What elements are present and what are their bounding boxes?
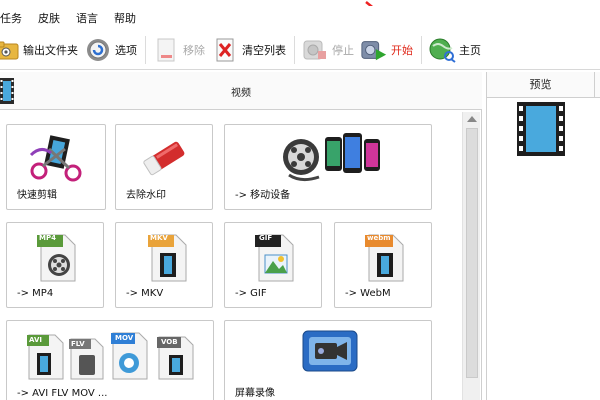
tile-label: -> WebM bbox=[345, 288, 391, 299]
tile-label: -> GIF bbox=[235, 288, 267, 299]
tile-gif[interactable]: GIF -> GIF bbox=[224, 222, 322, 308]
tile-avi-flv-mov[interactable]: AVI FLV MOV VOB -> AVI FLV MOV ... bbox=[6, 320, 214, 400]
remove-button[interactable]: 移除 bbox=[152, 33, 211, 67]
start-button[interactable]: 开始 bbox=[360, 33, 419, 67]
options-label: 选项 bbox=[115, 43, 137, 57]
folder-icon bbox=[0, 36, 20, 64]
clear-list-label: 清空列表 bbox=[242, 43, 286, 57]
screen-record-icon bbox=[302, 330, 358, 372]
tile-quick-cut[interactable]: 快速剪辑 bbox=[6, 124, 106, 210]
toolbar-separator bbox=[421, 35, 422, 64]
preview-header: 预览 bbox=[487, 72, 600, 98]
preview-column-header[interactable]: 预览 bbox=[487, 72, 595, 98]
tile-screen-record[interactable]: 屏幕录像 bbox=[224, 320, 432, 400]
output-folder-button[interactable]: 输出文件夹 bbox=[0, 33, 84, 67]
stop-label: 停止 bbox=[332, 43, 354, 57]
video-panel-title: 视频 bbox=[231, 88, 251, 99]
gear-icon bbox=[84, 36, 112, 64]
clear-list-button[interactable]: 清空列表 bbox=[211, 33, 292, 67]
globe-icon bbox=[428, 36, 456, 64]
mov-badge: MOV bbox=[115, 334, 134, 342]
scissors-film-icon bbox=[29, 135, 82, 182]
output-folder-label: 输出文件夹 bbox=[23, 43, 78, 57]
tile-label: -> 移动设备 bbox=[235, 190, 291, 201]
menu-help[interactable]: 帮助 bbox=[114, 10, 144, 26]
preview-panel: 预览 bbox=[486, 72, 600, 400]
start-film-icon bbox=[360, 36, 388, 64]
toolbar-separator bbox=[145, 35, 146, 64]
video-panel: 视频 快速剪辑 去除水印 -> 移动设备 MP4 -> MP4 MKV -> M… bbox=[0, 72, 482, 400]
scroll-thumb[interactable] bbox=[466, 128, 478, 378]
stop-film-icon bbox=[301, 36, 329, 64]
tile-label: 去除水印 bbox=[126, 190, 166, 201]
tile-label: -> AVI FLV MOV ... bbox=[17, 388, 108, 399]
tile-remove-watermark[interactable]: 去除水印 bbox=[115, 124, 213, 210]
clear-list-icon bbox=[211, 36, 239, 64]
tile-mobile-device[interactable]: -> 移动设备 bbox=[224, 124, 432, 210]
stop-button[interactable]: 停止 bbox=[301, 33, 360, 67]
scroll-up-icon[interactable] bbox=[467, 116, 477, 122]
toolbar: 输出文件夹 选项 移除 清空列表 停止 开始 主页 bbox=[0, 30, 600, 70]
tile-webm[interactable]: webm -> WebM bbox=[334, 222, 432, 308]
menu-skin[interactable]: 皮肤 bbox=[38, 10, 68, 26]
menu-task[interactable]: 任务 bbox=[0, 10, 30, 26]
webm-badge: webm bbox=[367, 234, 391, 242]
menu-language[interactable]: 语言 bbox=[76, 10, 106, 26]
tile-label: 屏幕录像 bbox=[235, 388, 275, 399]
options-button[interactable]: 选项 bbox=[84, 33, 143, 67]
tile-label: -> MKV bbox=[126, 288, 164, 299]
mp4-badge: MP4 bbox=[39, 234, 56, 242]
mkv-badge: MKV bbox=[150, 234, 168, 242]
eraser-icon bbox=[143, 141, 185, 176]
tile-mkv[interactable]: MKV -> MKV bbox=[115, 222, 213, 308]
home-label: 主页 bbox=[459, 43, 481, 57]
remove-label: 移除 bbox=[183, 43, 205, 57]
tile-mp4[interactable]: MP4 -> MP4 bbox=[6, 222, 104, 308]
home-button[interactable]: 主页 bbox=[428, 33, 487, 67]
toolbar-separator bbox=[294, 35, 295, 64]
avi-badge: AVI bbox=[29, 336, 42, 344]
tile-label: -> MP4 bbox=[17, 288, 54, 299]
video-panel-header[interactable]: 视频 bbox=[0, 72, 482, 110]
multi-format-icon bbox=[27, 332, 194, 380]
film-strip-icon bbox=[517, 102, 565, 156]
start-label: 开始 bbox=[391, 43, 413, 57]
mobile-devices-icon bbox=[283, 133, 380, 182]
menu-bar: 任务 皮肤 语言 帮助 bbox=[0, 6, 600, 30]
vertical-scrollbar[interactable] bbox=[462, 112, 480, 400]
gif-badge: GIF bbox=[259, 234, 273, 242]
tile-label: 快速剪辑 bbox=[17, 190, 57, 201]
remove-doc-icon bbox=[152, 36, 180, 64]
flv-badge: FLV bbox=[71, 340, 85, 348]
vob-badge: VOB bbox=[161, 338, 178, 346]
